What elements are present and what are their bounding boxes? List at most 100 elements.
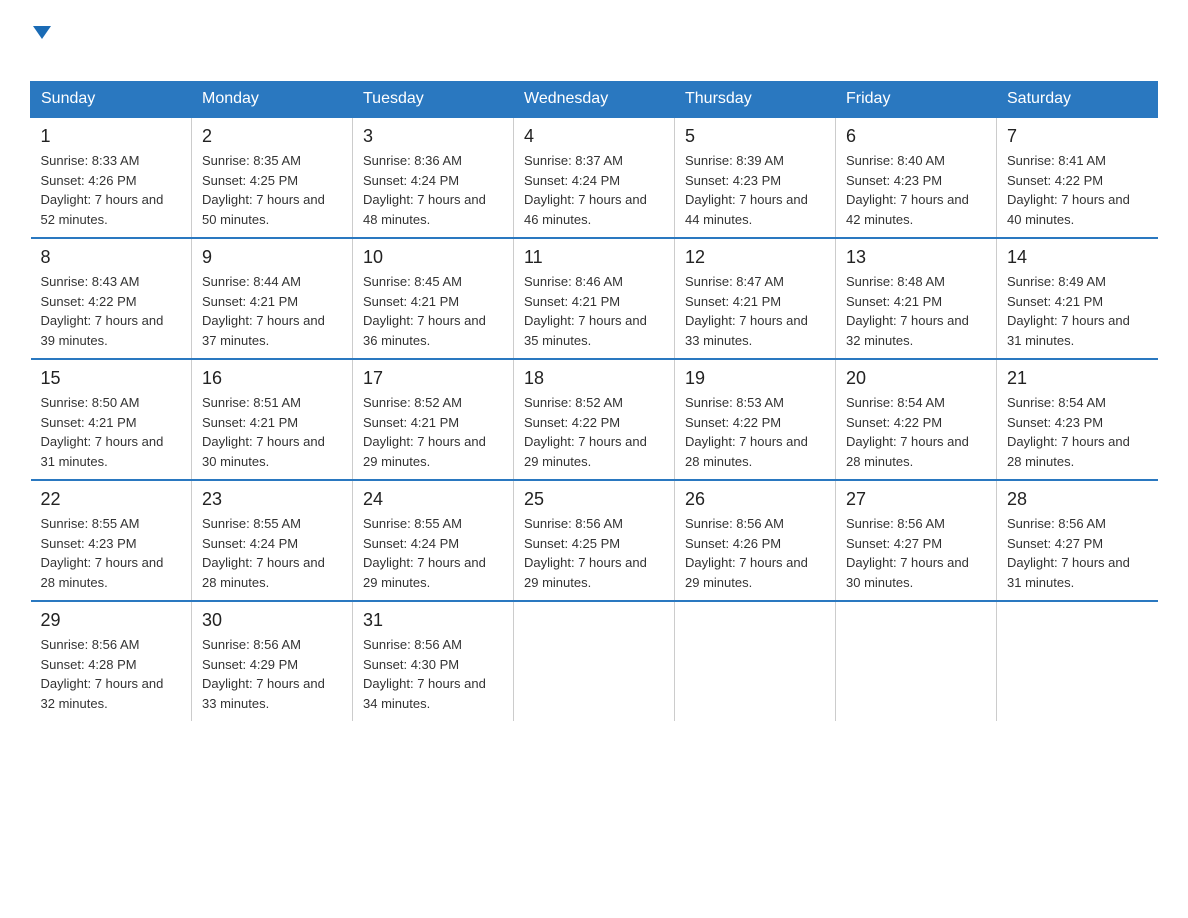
day-info: Sunrise: 8:37 AM Sunset: 4:24 PM Dayligh… bbox=[524, 151, 664, 229]
sunrise: Sunrise: 8:43 AM bbox=[41, 274, 140, 289]
day-number: 2 bbox=[202, 126, 342, 147]
sunrise: Sunrise: 8:56 AM bbox=[685, 516, 784, 531]
sunset: Sunset: 4:27 PM bbox=[846, 536, 942, 551]
daylight: Daylight: 7 hours and 50 minutes. bbox=[202, 192, 325, 227]
day-cell: 25 Sunrise: 8:56 AM Sunset: 4:25 PM Dayl… bbox=[514, 480, 675, 601]
day-cell: 31 Sunrise: 8:56 AM Sunset: 4:30 PM Dayl… bbox=[353, 601, 514, 721]
day-cell: 23 Sunrise: 8:55 AM Sunset: 4:24 PM Dayl… bbox=[192, 480, 353, 601]
day-info: Sunrise: 8:51 AM Sunset: 4:21 PM Dayligh… bbox=[202, 393, 342, 471]
sunset: Sunset: 4:21 PM bbox=[202, 415, 298, 430]
day-cell: 26 Sunrise: 8:56 AM Sunset: 4:26 PM Dayl… bbox=[675, 480, 836, 601]
sunset: Sunset: 4:25 PM bbox=[202, 173, 298, 188]
sunset: Sunset: 4:26 PM bbox=[685, 536, 781, 551]
week-row-1: 1 Sunrise: 8:33 AM Sunset: 4:26 PM Dayli… bbox=[31, 117, 1158, 238]
logo bbox=[30, 20, 51, 61]
day-info: Sunrise: 8:46 AM Sunset: 4:21 PM Dayligh… bbox=[524, 272, 664, 350]
day-cell: 8 Sunrise: 8:43 AM Sunset: 4:22 PM Dayli… bbox=[31, 238, 192, 359]
sunset: Sunset: 4:21 PM bbox=[363, 294, 459, 309]
day-number: 3 bbox=[363, 126, 503, 147]
day-cell: 29 Sunrise: 8:56 AM Sunset: 4:28 PM Dayl… bbox=[31, 601, 192, 721]
day-cell: 16 Sunrise: 8:51 AM Sunset: 4:21 PM Dayl… bbox=[192, 359, 353, 480]
daylight: Daylight: 7 hours and 29 minutes. bbox=[524, 555, 647, 590]
week-row-4: 22 Sunrise: 8:55 AM Sunset: 4:23 PM Dayl… bbox=[31, 480, 1158, 601]
sunset: Sunset: 4:21 PM bbox=[524, 294, 620, 309]
sunset: Sunset: 4:22 PM bbox=[41, 294, 137, 309]
sunrise: Sunrise: 8:54 AM bbox=[846, 395, 945, 410]
day-cell: 14 Sunrise: 8:49 AM Sunset: 4:21 PM Dayl… bbox=[997, 238, 1158, 359]
daylight: Daylight: 7 hours and 33 minutes. bbox=[685, 313, 808, 348]
daylight: Daylight: 7 hours and 46 minutes. bbox=[524, 192, 647, 227]
sunset: Sunset: 4:26 PM bbox=[41, 173, 137, 188]
sunrise: Sunrise: 8:52 AM bbox=[363, 395, 462, 410]
sunrise: Sunrise: 8:51 AM bbox=[202, 395, 301, 410]
sunrise: Sunrise: 8:53 AM bbox=[685, 395, 784, 410]
day-info: Sunrise: 8:55 AM Sunset: 4:24 PM Dayligh… bbox=[202, 514, 342, 592]
daylight: Daylight: 7 hours and 29 minutes. bbox=[363, 555, 486, 590]
day-number: 31 bbox=[363, 610, 503, 631]
daylight: Daylight: 7 hours and 33 minutes. bbox=[202, 676, 325, 711]
sunset: Sunset: 4:24 PM bbox=[363, 173, 459, 188]
sunrise: Sunrise: 8:55 AM bbox=[363, 516, 462, 531]
day-cell: 13 Sunrise: 8:48 AM Sunset: 4:21 PM Dayl… bbox=[836, 238, 997, 359]
day-cell: 5 Sunrise: 8:39 AM Sunset: 4:23 PM Dayli… bbox=[675, 117, 836, 238]
day-info: Sunrise: 8:39 AM Sunset: 4:23 PM Dayligh… bbox=[685, 151, 825, 229]
day-info: Sunrise: 8:45 AM Sunset: 4:21 PM Dayligh… bbox=[363, 272, 503, 350]
sunset: Sunset: 4:27 PM bbox=[1007, 536, 1103, 551]
daylight: Daylight: 7 hours and 29 minutes. bbox=[363, 434, 486, 469]
day-info: Sunrise: 8:52 AM Sunset: 4:22 PM Dayligh… bbox=[524, 393, 664, 471]
day-number: 16 bbox=[202, 368, 342, 389]
sunset: Sunset: 4:21 PM bbox=[363, 415, 459, 430]
day-info: Sunrise: 8:49 AM Sunset: 4:21 PM Dayligh… bbox=[1007, 272, 1148, 350]
day-number: 22 bbox=[41, 489, 182, 510]
sunrise: Sunrise: 8:56 AM bbox=[524, 516, 623, 531]
sunset: Sunset: 4:22 PM bbox=[524, 415, 620, 430]
day-info: Sunrise: 8:43 AM Sunset: 4:22 PM Dayligh… bbox=[41, 272, 182, 350]
day-number: 19 bbox=[685, 368, 825, 389]
day-number: 14 bbox=[1007, 247, 1148, 268]
daylight: Daylight: 7 hours and 28 minutes. bbox=[202, 555, 325, 590]
daylight: Daylight: 7 hours and 28 minutes. bbox=[846, 434, 969, 469]
day-number: 6 bbox=[846, 126, 986, 147]
sunrise: Sunrise: 8:47 AM bbox=[685, 274, 784, 289]
day-number: 10 bbox=[363, 247, 503, 268]
day-cell bbox=[514, 601, 675, 721]
daylight: Daylight: 7 hours and 29 minutes. bbox=[685, 555, 808, 590]
sunset: Sunset: 4:23 PM bbox=[685, 173, 781, 188]
day-cell: 30 Sunrise: 8:56 AM Sunset: 4:29 PM Dayl… bbox=[192, 601, 353, 721]
day-info: Sunrise: 8:54 AM Sunset: 4:22 PM Dayligh… bbox=[846, 393, 986, 471]
day-info: Sunrise: 8:55 AM Sunset: 4:23 PM Dayligh… bbox=[41, 514, 182, 592]
sunset: Sunset: 4:21 PM bbox=[1007, 294, 1103, 309]
day-number: 25 bbox=[524, 489, 664, 510]
day-number: 17 bbox=[363, 368, 503, 389]
day-cell: 12 Sunrise: 8:47 AM Sunset: 4:21 PM Dayl… bbox=[675, 238, 836, 359]
sunrise: Sunrise: 8:56 AM bbox=[1007, 516, 1106, 531]
daylight: Daylight: 7 hours and 40 minutes. bbox=[1007, 192, 1130, 227]
sunset: Sunset: 4:21 PM bbox=[685, 294, 781, 309]
day-cell: 28 Sunrise: 8:56 AM Sunset: 4:27 PM Dayl… bbox=[997, 480, 1158, 601]
day-cell: 18 Sunrise: 8:52 AM Sunset: 4:22 PM Dayl… bbox=[514, 359, 675, 480]
sunset: Sunset: 4:30 PM bbox=[363, 657, 459, 672]
sunrise: Sunrise: 8:40 AM bbox=[846, 153, 945, 168]
logo-triangle-icon bbox=[33, 26, 51, 39]
day-cell: 22 Sunrise: 8:55 AM Sunset: 4:23 PM Dayl… bbox=[31, 480, 192, 601]
day-info: Sunrise: 8:35 AM Sunset: 4:25 PM Dayligh… bbox=[202, 151, 342, 229]
daylight: Daylight: 7 hours and 48 minutes. bbox=[363, 192, 486, 227]
day-cell: 1 Sunrise: 8:33 AM Sunset: 4:26 PM Dayli… bbox=[31, 117, 192, 238]
daylight: Daylight: 7 hours and 42 minutes. bbox=[846, 192, 969, 227]
sunset: Sunset: 4:23 PM bbox=[41, 536, 137, 551]
day-number: 28 bbox=[1007, 489, 1148, 510]
week-row-5: 29 Sunrise: 8:56 AM Sunset: 4:28 PM Dayl… bbox=[31, 601, 1158, 721]
day-info: Sunrise: 8:56 AM Sunset: 4:27 PM Dayligh… bbox=[846, 514, 986, 592]
sunrise: Sunrise: 8:56 AM bbox=[363, 637, 462, 652]
sunrise: Sunrise: 8:52 AM bbox=[524, 395, 623, 410]
sunset: Sunset: 4:23 PM bbox=[846, 173, 942, 188]
day-info: Sunrise: 8:52 AM Sunset: 4:21 PM Dayligh… bbox=[363, 393, 503, 471]
sunrise: Sunrise: 8:56 AM bbox=[41, 637, 140, 652]
day-number: 8 bbox=[41, 247, 182, 268]
day-info: Sunrise: 8:41 AM Sunset: 4:22 PM Dayligh… bbox=[1007, 151, 1148, 229]
sunset: Sunset: 4:24 PM bbox=[202, 536, 298, 551]
day-number: 29 bbox=[41, 610, 182, 631]
daylight: Daylight: 7 hours and 34 minutes. bbox=[363, 676, 486, 711]
daylight: Daylight: 7 hours and 29 minutes. bbox=[524, 434, 647, 469]
day-cell: 11 Sunrise: 8:46 AM Sunset: 4:21 PM Dayl… bbox=[514, 238, 675, 359]
